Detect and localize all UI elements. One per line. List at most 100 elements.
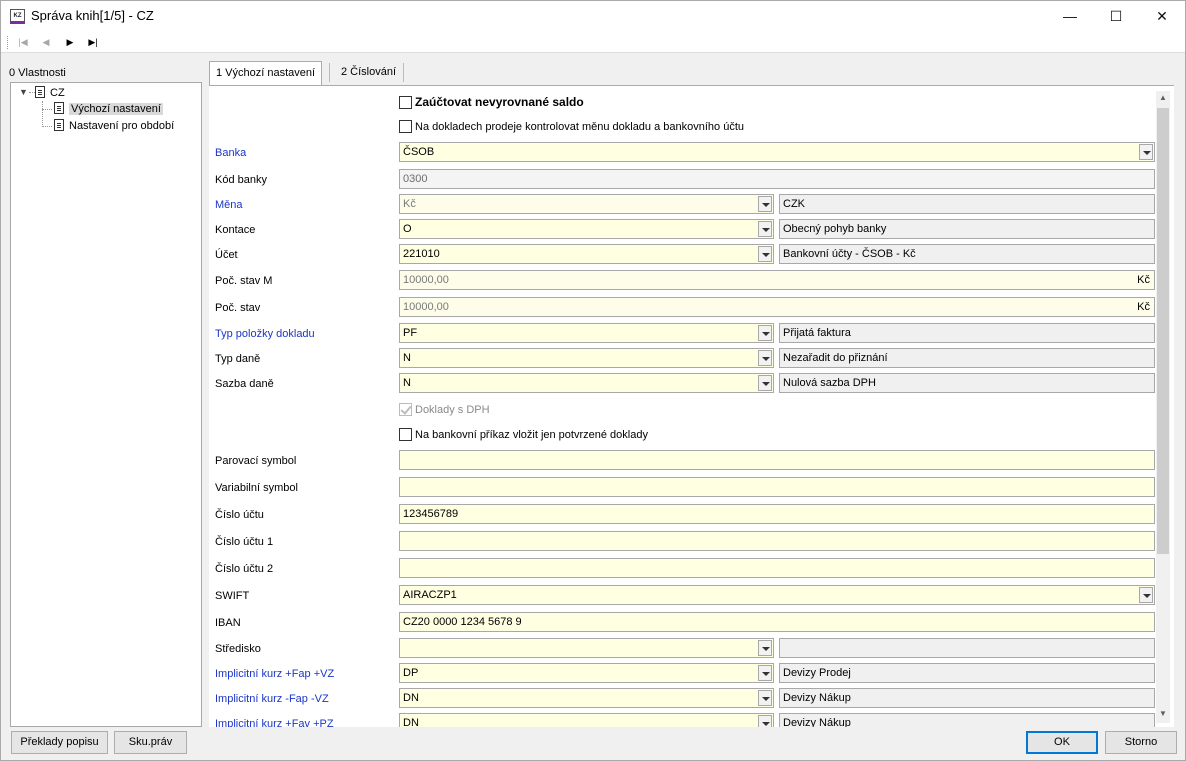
- dropdown-arrow-icon[interactable]: [758, 640, 772, 656]
- dropdown-arrow-icon[interactable]: [1139, 144, 1153, 160]
- tree-node-label: CZ: [50, 87, 65, 99]
- collapse-icon[interactable]: ▼: [19, 87, 28, 97]
- toolbar: |◀ ◀ ▶ ▶|: [1, 32, 1185, 53]
- tree-node-obdobi[interactable]: Nastavení pro období: [54, 118, 174, 134]
- ucet-dropdown[interactable]: 221010: [399, 244, 774, 264]
- dropdown-arrow-icon[interactable]: [758, 375, 772, 391]
- cislo-uctu-input[interactable]: 123456789: [399, 504, 1155, 524]
- document-icon: [35, 86, 45, 98]
- typ-polozky-dropdown[interactable]: PF: [399, 323, 774, 343]
- scroll-down-icon[interactable]: ▼: [1156, 707, 1170, 721]
- mena-dropdown[interactable]: Kč: [399, 194, 774, 214]
- label-sazba-dane: Sazba daně: [215, 378, 274, 390]
- tree-node-label: Výchozí nastavení: [69, 103, 163, 115]
- title-bar: KZ Správa knih[1/5] - CZ — ☐ ✕: [1, 1, 1185, 32]
- minimize-button[interactable]: —: [1047, 1, 1093, 32]
- dropdown-arrow-icon[interactable]: [758, 665, 772, 681]
- dropdown-arrow-icon[interactable]: [758, 690, 772, 706]
- ok-button[interactable]: OK: [1026, 731, 1098, 754]
- variabilni-symbol-input[interactable]: [399, 477, 1155, 497]
- banka-dropdown[interactable]: ČSOB: [399, 142, 1155, 162]
- field-value: 123456789: [403, 508, 459, 520]
- field-value: CZ20 0000 1234 5678 9: [403, 616, 522, 628]
- dropdown-arrow-icon[interactable]: [758, 350, 772, 366]
- label-poc-stav: Poč. stav: [215, 302, 261, 314]
- stredisko-dropdown[interactable]: [399, 638, 774, 658]
- checkbox-saldo[interactable]: Zaúčtovat nevyrovnané saldo: [399, 95, 584, 111]
- toolbar-grip: [7, 36, 9, 49]
- swift-dropdown[interactable]: AIRACZP1: [399, 585, 1155, 605]
- mena-description: CZK: [779, 194, 1155, 214]
- checkbox-box[interactable]: [399, 428, 412, 441]
- checkbox-label: Zaúčtovat nevyrovnané saldo: [415, 95, 584, 109]
- field-value: 0300: [403, 173, 428, 185]
- sazba-dane-description: Nulová sazba DPH: [779, 373, 1155, 393]
- tab-vychozi-nastaveni[interactable]: 1 Výchozí nastavení: [209, 61, 323, 85]
- sazba-dane-dropdown[interactable]: N: [399, 373, 774, 393]
- label-kurz-fav-plus: Implicitní kurz +Fav +PZ: [215, 718, 334, 727]
- field-value: AIRACZP1: [403, 589, 457, 601]
- properties-tree[interactable]: ▼ CZ Výchozí nastavení Nastavení pro obd…: [10, 82, 202, 727]
- maximize-button[interactable]: ☐: [1093, 1, 1139, 32]
- dropdown-arrow-icon[interactable]: [758, 246, 772, 262]
- last-record-icon[interactable]: ▶|: [85, 35, 101, 50]
- tree-node-vychozi[interactable]: Výchozí nastavení: [54, 101, 163, 117]
- checkbox-box[interactable]: [399, 120, 412, 133]
- tab-cislovani[interactable]: 2 Číslování: [335, 61, 402, 84]
- prev-record-icon[interactable]: ◀: [38, 35, 54, 50]
- vertical-scrollbar[interactable]: ▲ ▼: [1156, 91, 1170, 723]
- label-ucet: Účet: [215, 249, 238, 261]
- label-parovaci: Parovací symbol: [215, 455, 297, 467]
- checkbox-kontrola-meny[interactable]: Na dokladech prodeje kontrolovat měnu do…: [399, 120, 744, 136]
- iban-input[interactable]: CZ20 0000 1234 5678 9: [399, 612, 1155, 632]
- tree-node-root[interactable]: CZ: [35, 85, 65, 101]
- translations-button[interactable]: Překlady popisu: [11, 731, 108, 754]
- access-rights-button[interactable]: Sku.práv: [114, 731, 187, 754]
- form-panel: Zaúčtovat nevyrovnané saldo Na dokladech…: [209, 85, 1174, 727]
- label-swift: SWIFT: [215, 590, 250, 602]
- dropdown-arrow-icon[interactable]: [758, 715, 772, 727]
- ucet-description: Bankovní účty - ČSOB - Kč: [779, 244, 1155, 264]
- cislo-uctu-1-input[interactable]: [399, 531, 1155, 551]
- close-button[interactable]: ✕: [1139, 1, 1185, 32]
- scroll-thumb[interactable]: [1157, 108, 1169, 554]
- label-mena: Měna: [215, 199, 243, 211]
- dropdown-arrow-icon[interactable]: [1139, 587, 1153, 603]
- checkbox-label: Na bankovní příkaz vložit jen potvrzené …: [415, 429, 648, 441]
- kontace-dropdown[interactable]: O: [399, 219, 774, 239]
- first-record-icon[interactable]: |◀: [15, 35, 31, 50]
- typ-dane-description: Nezařadit do přiznání: [779, 348, 1155, 368]
- checkbox-box[interactable]: [399, 96, 412, 109]
- field-value: 10000,00: [403, 274, 449, 286]
- next-record-icon[interactable]: ▶: [62, 35, 78, 50]
- poc-stav-m-field: 10000,00 Kč: [399, 270, 1155, 290]
- kurz-fap-minus-dropdown[interactable]: DN: [399, 688, 774, 708]
- document-icon: [54, 119, 64, 131]
- dropdown-arrow-icon[interactable]: [758, 221, 772, 237]
- currency-suffix: Kč: [1137, 274, 1150, 286]
- storno-button[interactable]: Storno: [1105, 731, 1177, 754]
- label-iban: IBAN: [215, 617, 241, 629]
- kurz-fap-plus-dropdown[interactable]: DP: [399, 663, 774, 683]
- label-poc-stav-m: Poč. stav M: [215, 275, 273, 287]
- tree-node-label: Nastavení pro období: [69, 120, 175, 132]
- kurz-fap-plus-description: Devizy Prodej: [779, 663, 1155, 683]
- checkbox-bankovni-prikaz[interactable]: Na bankovní příkaz vložit jen potvrzené …: [399, 428, 648, 444]
- parovaci-symbol-input[interactable]: [399, 450, 1155, 470]
- label-typ-dane: Typ daně: [215, 353, 261, 365]
- scroll-up-icon[interactable]: ▲: [1156, 91, 1170, 105]
- checkbox-box: [399, 403, 412, 416]
- typ-dane-dropdown[interactable]: N: [399, 348, 774, 368]
- dropdown-arrow-icon[interactable]: [758, 196, 772, 212]
- field-value: Kč: [403, 198, 416, 210]
- label-kurz-fap-plus: Implicitní kurz +Fap +VZ: [215, 668, 335, 680]
- label-cislo-uctu: Číslo účtu: [215, 509, 264, 521]
- kurz-fav-plus-description: Devizy Nákup: [779, 713, 1155, 727]
- cislo-uctu-2-input[interactable]: [399, 558, 1155, 578]
- dropdown-arrow-icon[interactable]: [758, 325, 772, 341]
- kurz-fav-plus-dropdown[interactable]: DN: [399, 713, 774, 727]
- field-value: O: [403, 223, 412, 235]
- label-cislo-uctu-2: Číslo účtu 2: [215, 563, 274, 575]
- checkbox-label: Na dokladech prodeje kontrolovat měnu do…: [415, 121, 745, 133]
- kurz-fap-minus-description: Devizy Nákup: [779, 688, 1155, 708]
